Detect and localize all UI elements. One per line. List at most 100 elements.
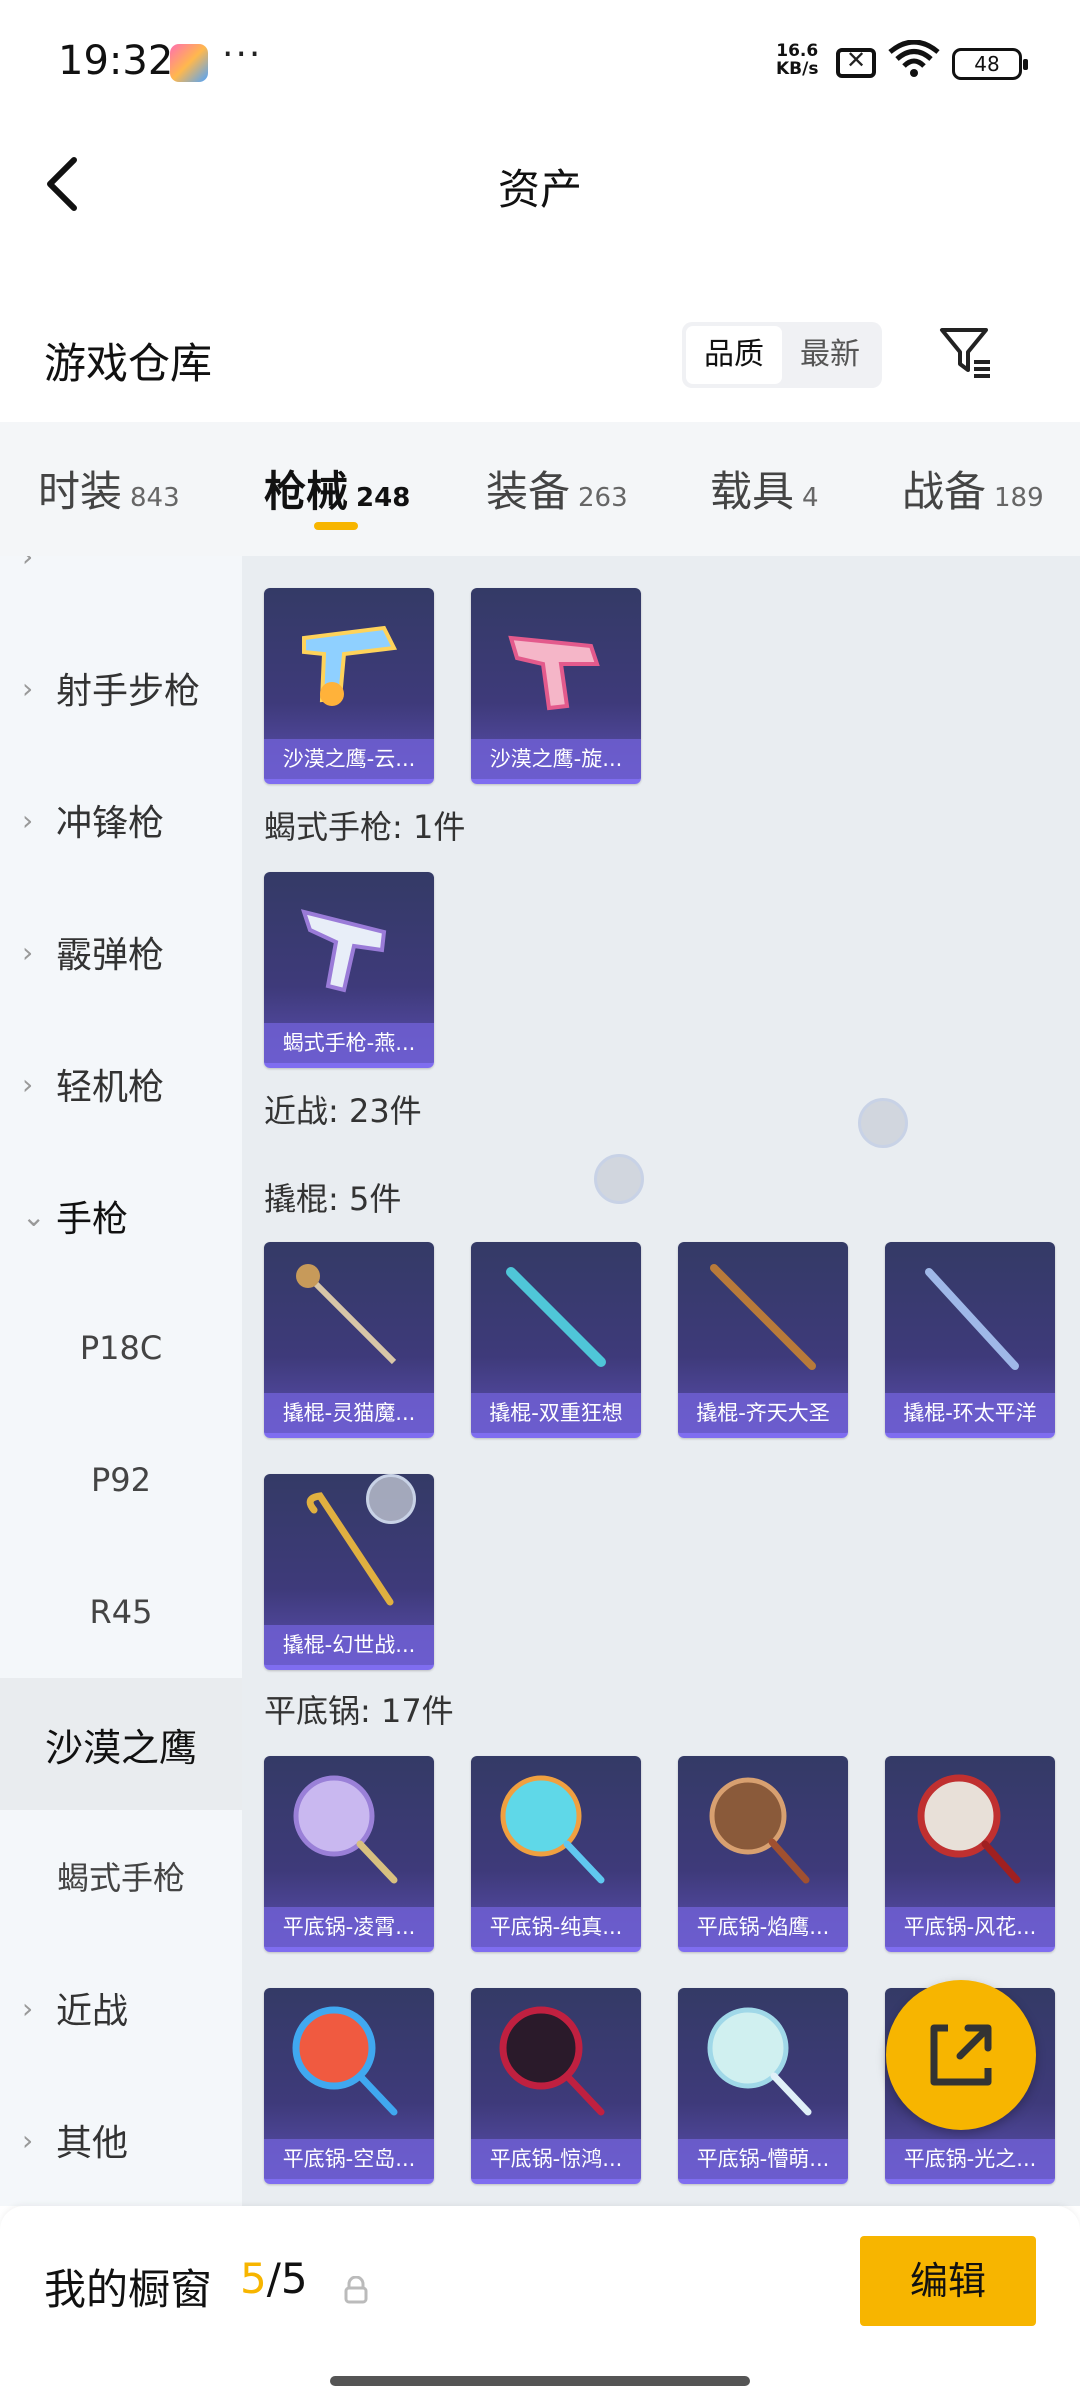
home-indicator[interactable] xyxy=(330,2376,750,2386)
sidebar-item-label: P92 xyxy=(90,1461,151,1499)
nav-header: 资产 xyxy=(0,130,1080,230)
weapon-type-sidebar: › › 射手步枪 › 冲锋枪 › 霰弹枪 › 轻机枪 ⌄ 手枪 P18C P92… xyxy=(0,556,242,2206)
item-card[interactable]: 蝎式手枪-燕... xyxy=(264,872,434,1068)
item-card[interactable]: 撬棍-灵猫魔... xyxy=(264,1242,434,1438)
sidebar-subitem-desert-eagle[interactable]: 沙漠之鹰 xyxy=(0,1678,242,1810)
sidebar-item-label: P18C xyxy=(79,1329,163,1367)
filter-icon[interactable] xyxy=(936,322,996,382)
game-app-icon xyxy=(170,44,208,82)
smg-pistol-skin-icon xyxy=(300,909,387,993)
tab-count: 248 xyxy=(356,483,411,513)
sidebar-item-partial[interactable]: › xyxy=(0,556,242,622)
item-card[interactable]: 沙漠之鹰-云... xyxy=(264,588,434,784)
sort-newest-button[interactable]: 最新 xyxy=(782,326,878,384)
item-card-name: 撬棍-齐天大圣 xyxy=(678,1393,848,1433)
sidebar-item-label: 轻机枪 xyxy=(56,1067,165,1108)
tab-label: 载具 xyxy=(710,467,795,516)
sidebar-item-label: 其他 xyxy=(56,2123,129,2164)
frying-pan-skin-icon xyxy=(917,1774,1021,1884)
sidebar-item-label: 蝎式手枪 xyxy=(56,1859,185,1897)
group-label-melee: 近战: 23件 xyxy=(264,1092,422,1130)
item-card[interactable]: 平底锅-凌霄... xyxy=(264,1756,434,1952)
item-card[interactable]: 平底锅-懵萌... xyxy=(678,1988,848,2184)
chevron-right-icon: › xyxy=(22,2123,34,2157)
share-fab-button[interactable] xyxy=(886,1980,1036,2130)
touch-indicator xyxy=(858,1098,908,1148)
crowbar-skin-icon xyxy=(296,1264,397,1365)
item-card[interactable]: 沙漠之鹰-旋... xyxy=(471,588,641,784)
frying-pan-skin-icon xyxy=(709,1777,810,1884)
status-bar: 19:32 ··· 16.6 KB/s 48 xyxy=(0,0,1080,130)
tab-count: 189 xyxy=(994,483,1044,513)
sort-quality-button[interactable]: 品质 xyxy=(686,326,782,384)
item-card-name: 平底锅-凌霄... xyxy=(264,1907,434,1947)
tab-outfits[interactable]: 时装 843 xyxy=(38,458,180,519)
tab-equipment[interactable]: 装备 263 xyxy=(486,458,628,519)
chevron-right-icon: › xyxy=(22,556,34,573)
item-card-name: 撬棍-环太平洋 xyxy=(885,1393,1055,1433)
item-card[interactable]: 平底锅-纯真... xyxy=(471,1756,641,1952)
sidebar-item-label: R45 xyxy=(89,1593,153,1631)
chevron-right-icon: › xyxy=(22,671,34,705)
item-card[interactable]: 撬棍-齐天大圣 xyxy=(678,1242,848,1438)
group-label-skorpion: 蝎式手枪: 1件 xyxy=(264,808,466,846)
warehouse-header: 游戏仓库 品质 最新 xyxy=(0,300,1080,420)
item-card-name: 平底锅-空岛... xyxy=(264,2139,434,2179)
item-card[interactable]: 撬棍-双重狂想 xyxy=(471,1242,641,1438)
touch-indicator xyxy=(366,1474,416,1524)
item-card-name: 沙漠之鹰-云... xyxy=(264,739,434,779)
item-card-name: 撬棍-灵猫魔... xyxy=(264,1393,434,1433)
network-speed: 16.6 KB/s xyxy=(776,42,818,78)
item-card-name: 平底锅-懵萌... xyxy=(678,2139,848,2179)
crowbar-skin-icon xyxy=(925,1268,1019,1370)
item-card[interactable]: 撬棍-环太平洋 xyxy=(885,1242,1055,1438)
group-label-frying-pan: 平底锅: 17件 xyxy=(264,1692,454,1730)
pistol-skin-icon xyxy=(508,635,600,711)
edit-button[interactable]: 编辑 xyxy=(860,2236,1036,2326)
sidebar-subitem-r45[interactable]: R45 xyxy=(0,1546,242,1678)
tab-label: 枪械 xyxy=(264,467,349,516)
sidebar-item-label: 冲锋枪 xyxy=(56,803,165,844)
tab-supplies[interactable]: 战备 189 xyxy=(902,458,1044,519)
sidebar-subitem-skorpion[interactable]: 蝎式手枪 xyxy=(0,1810,242,1942)
item-card-name: 平底锅-焰鹰... xyxy=(678,1907,848,1947)
sidebar-subitem-p92[interactable]: P92 xyxy=(0,1414,242,1546)
showcase-used: 5 xyxy=(240,2254,267,2303)
sidebar-item-melee[interactable]: › 近战 xyxy=(0,1942,242,2074)
frying-pan-skin-icon xyxy=(293,1775,398,1884)
crowbar-skin-icon xyxy=(506,1267,606,1367)
sidebar-item-lmg[interactable]: › 轻机枪 xyxy=(0,1018,242,1150)
sidebar-subitem-p18c[interactable]: P18C xyxy=(0,1282,242,1414)
category-tabs: 时装 843 枪械 248 装备 263 载具 4 战备 189 xyxy=(0,422,1080,556)
tab-vehicles[interactable]: 载具 4 xyxy=(710,458,819,519)
tab-count: 4 xyxy=(802,483,819,513)
active-tab-indicator xyxy=(314,522,358,530)
crowbar-skin-icon xyxy=(710,1264,816,1370)
showcase-label: 我的橱窗 xyxy=(44,2265,213,2314)
sidebar-item-shotgun[interactable]: › 霰弹枪 xyxy=(0,886,242,1018)
frying-pan-skin-icon xyxy=(707,2007,812,2116)
tab-count: 843 xyxy=(130,483,180,513)
sidebar-item-other[interactable]: › 其他 xyxy=(0,2074,242,2206)
lock-icon xyxy=(344,2276,368,2304)
item-card[interactable]: 平底锅-焰鹰... xyxy=(678,1756,848,1952)
sidebar-item-label: 霰弹枪 xyxy=(56,935,165,976)
item-card[interactable]: 平底锅-风花... xyxy=(885,1756,1055,1952)
frying-pan-skin-icon xyxy=(499,2006,605,2116)
sidebar-item-marksman-rifle[interactable]: › 射手步枪 xyxy=(0,622,242,754)
item-card-name: 平底锅-纯真... xyxy=(471,1907,641,1947)
item-card[interactable]: 平底锅-惊鸿... xyxy=(471,1988,641,2184)
item-card[interactable]: 平底锅-空岛... xyxy=(264,1988,434,2184)
sidebar-item-smg[interactable]: › 冲锋枪 xyxy=(0,754,242,886)
sidebar-item-label: 沙漠之鹰 xyxy=(44,1725,197,1770)
tab-firearms[interactable]: 枪械 248 xyxy=(264,458,410,519)
item-card-name: 平底锅-惊鸿... xyxy=(471,2139,641,2179)
sidebar-item-pistol[interactable]: ⌄ 手枪 xyxy=(0,1150,242,1282)
chevron-down-icon: ⌄ xyxy=(22,1199,46,1233)
pistol-skin-icon xyxy=(302,625,398,706)
showcase-bar: 我的橱窗 5/5 编辑 xyxy=(0,2206,1080,2400)
item-card-name: 撬棍-双重狂想 xyxy=(471,1393,641,1433)
item-card-name: 沙漠之鹰-旋... xyxy=(471,739,641,779)
chevron-right-icon: › xyxy=(22,803,34,837)
sort-toggle: 品质 最新 xyxy=(682,322,882,388)
